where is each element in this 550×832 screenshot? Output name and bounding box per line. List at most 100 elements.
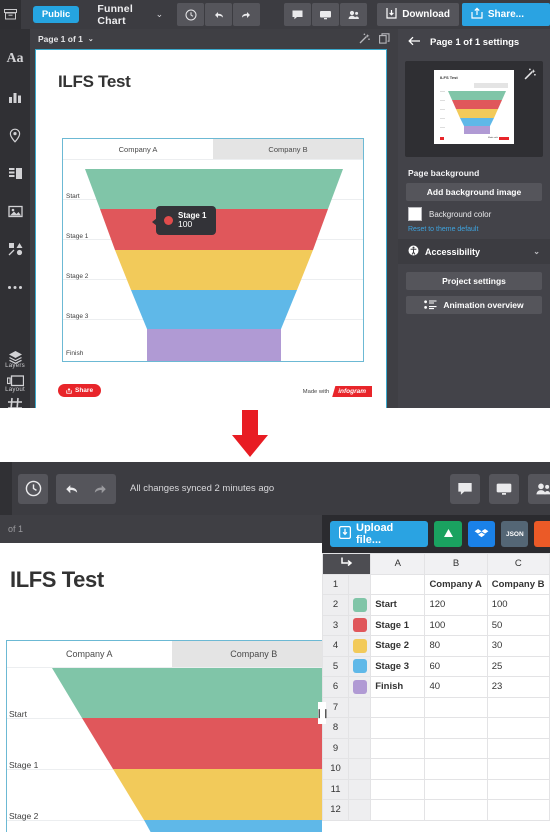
comment-icon[interactable] [284,3,312,26]
cell-a-7[interactable] [370,696,426,718]
arrow-left-icon[interactable] [408,36,421,49]
shapes-icon[interactable] [0,233,30,265]
page-selector-label[interactable]: Page 1 of 1 [38,34,83,44]
slide-canvas[interactable]: ILFS Test Company A Company B Start Stag… [35,49,387,412]
column-header-b[interactable]: B [424,553,488,575]
funnel-chart-widget[interactable]: Company A Company B Start Stage 1 Stage … [62,138,364,362]
cell-c-8[interactable] [486,717,550,739]
document-title[interactable]: Funnel Chart [97,3,145,27]
chart-icon[interactable] [0,81,30,113]
extra-source-button[interactable] [534,521,550,547]
page-title[interactable]: ILFS Test [58,72,386,92]
cell-b-12[interactable] [424,799,488,821]
column-header-c[interactable]: C [486,553,550,575]
magic-wand-icon[interactable] [359,33,370,46]
cell-b-2[interactable]: 120 [424,594,488,616]
cell-a-3[interactable]: Stage 1 [370,614,426,636]
cell-a-5[interactable]: Stage 3 [370,655,426,677]
cell-b-10[interactable] [424,758,488,780]
upload-file-button[interactable]: Upload file... [330,521,429,547]
cell-a-9[interactable] [370,737,426,759]
wrap-arrow-icon[interactable] [322,553,372,575]
row-color-chip[interactable] [348,737,372,759]
archive-icon[interactable] [0,0,21,29]
card-icon[interactable] [0,157,30,189]
row-color-chip[interactable] [348,696,372,718]
reset-theme-link[interactable]: Reset to theme default [398,226,550,239]
chevron-down-icon[interactable]: ⌄ [156,9,164,20]
row-number[interactable]: 9 [322,737,350,759]
text-tool[interactable]: Aa [0,43,30,75]
cell-b-9[interactable] [424,737,488,759]
cell-c-1[interactable]: Company B [486,573,550,595]
tab-company-a-zoomed[interactable]: Company A [7,641,172,667]
cell-a-1[interactable] [370,573,426,595]
row-color-chip[interactable] [348,799,372,821]
row-color-chip[interactable] [348,594,372,616]
accessibility-accordion[interactable]: Accessibility ⌄ [398,239,550,264]
row-number[interactable]: 1 [322,573,350,595]
people-icon[interactable] [528,473,550,504]
redo-icon[interactable] [86,473,116,504]
cell-a-6[interactable]: Finish [370,676,426,698]
clock-icon[interactable] [177,3,205,26]
cell-a-10[interactable] [370,758,426,780]
row-number[interactable]: 6 [322,676,350,698]
cell-b-5[interactable]: 60 [424,655,488,677]
add-background-image-button[interactable]: Add background image [406,183,542,201]
cell-b-8[interactable] [424,717,488,739]
people-icon[interactable] [340,3,368,26]
cell-b-6[interactable]: 40 [424,676,488,698]
cell-c-3[interactable]: 50 [486,614,550,636]
json-source-button[interactable]: JSON [501,521,529,547]
page-title-zoomed[interactable]: ILFS Test [10,567,322,593]
row-color-chip[interactable] [348,573,372,595]
cell-b-1[interactable]: Company A [424,573,488,595]
table-row[interactable]: 5 Stage 3 60 25 [322,655,550,677]
animation-overview-button[interactable]: Animation overview [406,296,542,314]
table-row[interactable]: 7 [322,696,550,718]
background-color-row[interactable]: Background color [398,207,550,226]
undo-icon[interactable] [205,3,233,26]
page-thumbnail-card[interactable]: ILFS Test Made with [405,61,543,157]
panel-resize-handle[interactable]: ❙❙ [315,702,330,724]
row-number[interactable]: 10 [322,758,350,780]
comment-icon[interactable] [450,473,480,504]
cell-c-9[interactable] [486,737,550,759]
row-number[interactable]: 4 [322,635,350,657]
table-row[interactable]: 11 [322,778,550,800]
cell-c-5[interactable]: 25 [486,655,550,677]
tab-company-b-zoomed[interactable]: Company B [171,641,322,667]
row-number[interactable]: 11 [322,778,350,800]
table-row[interactable]: 8 [322,717,550,739]
row-number[interactable]: 5 [322,655,350,677]
cell-a-4[interactable]: Stage 2 [370,635,426,657]
tab-company-b[interactable]: Company B [213,139,363,159]
row-number[interactable]: 3 [322,614,350,636]
cell-a-11[interactable] [370,778,426,800]
share-button[interactable]: Share... [461,3,550,26]
row-number[interactable]: 2 [322,594,350,616]
redo-icon[interactable] [233,3,261,26]
cell-a-12[interactable] [370,799,426,821]
download-button[interactable]: Download [377,3,459,26]
cell-c-12[interactable] [486,799,550,821]
table-row[interactable]: 9 [322,737,550,759]
table-row[interactable]: 4 Stage 2 80 30 [322,635,550,657]
undo-icon[interactable] [56,473,86,504]
duplicate-icon[interactable] [379,32,390,46]
table-row[interactable]: 12 [322,799,550,821]
table-row[interactable]: 6 Finish 40 23 [322,676,550,698]
google-drive-icon[interactable] [434,521,462,547]
cell-b-4[interactable]: 80 [424,635,488,657]
table-row[interactable]: 1 Company A Company B [322,573,550,595]
magic-wand-icon[interactable] [524,67,536,85]
column-header-a[interactable]: A [370,553,426,575]
cell-c-6[interactable]: 23 [486,676,550,698]
row-color-chip[interactable] [348,655,372,677]
row-color-chip[interactable] [348,614,372,636]
row-number[interactable]: 12 [322,799,350,821]
data-grid[interactable]: A B C 1 Company A Company B 2 Start 120 100 3 St… [322,553,550,832]
cell-c-7[interactable] [486,696,550,718]
background-color-swatch[interactable] [408,207,422,221]
